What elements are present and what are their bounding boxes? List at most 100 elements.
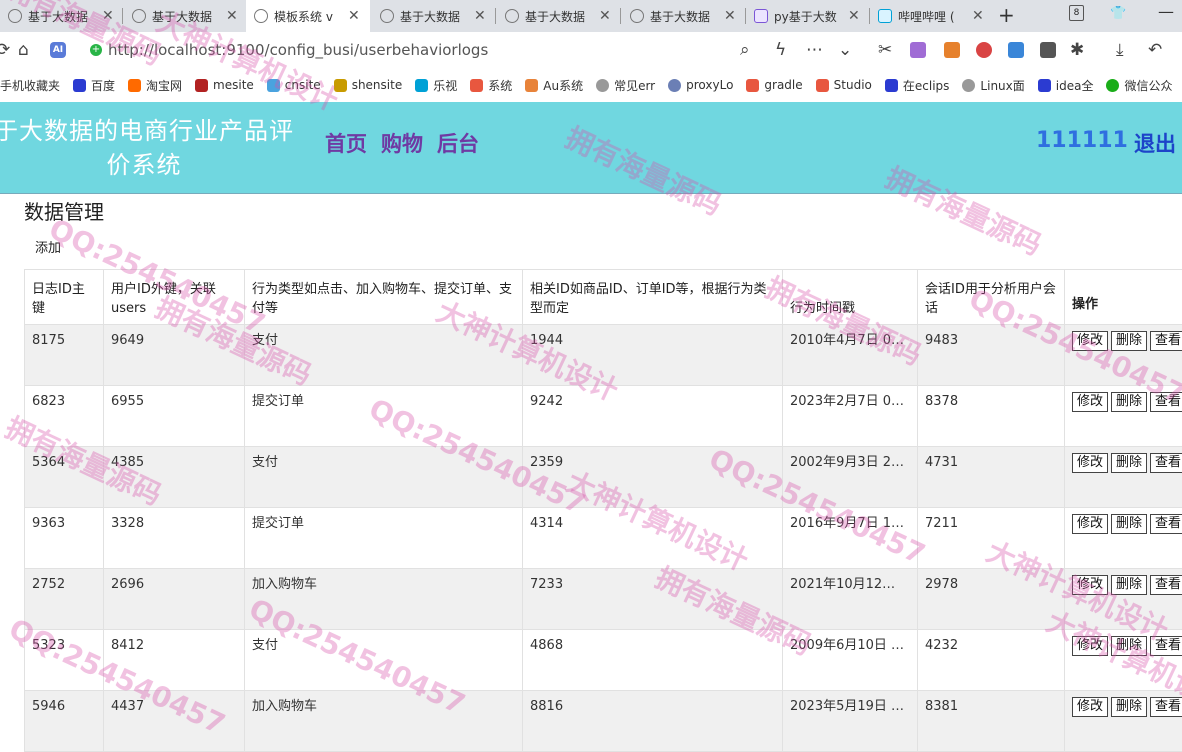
edit-button[interactable]: 修改 — [1072, 575, 1108, 595]
delete-button[interactable]: 删除 — [1111, 392, 1147, 412]
view-button[interactable]: 查看 — [1150, 636, 1182, 656]
refresh-icon[interactable]: ⟳ — [0, 40, 10, 60]
bookmark-item[interactable]: idea全 — [1038, 77, 1094, 94]
address-bar[interactable]: + http://localhost:9100/config_busi/user… — [90, 39, 488, 61]
delete-button[interactable]: 删除 — [1111, 697, 1147, 717]
table-cell: 8175 — [25, 325, 104, 386]
view-button[interactable]: 查看 — [1150, 392, 1182, 412]
bookmark-item[interactable]: 手机收藏夹 — [0, 77, 60, 94]
bookmark-item[interactable]: Linux面 — [962, 77, 1024, 94]
tab-divider — [620, 8, 621, 24]
globe-icon — [132, 9, 146, 23]
table-cell: 4314 — [523, 508, 783, 569]
translate-icon[interactable] — [910, 42, 926, 58]
edit-button[interactable]: 修改 — [1072, 453, 1108, 473]
globe-icon — [8, 9, 22, 23]
delete-button[interactable]: 删除 — [1111, 453, 1147, 473]
edit-button[interactable]: 修改 — [1072, 392, 1108, 412]
bookmark-item[interactable]: Au系统 — [525, 77, 583, 94]
tab-count-badge[interactable]: 8 — [1069, 5, 1084, 21]
scissors-icon[interactable]: ✂ — [878, 40, 892, 60]
search-icon[interactable]: ⌕ — [740, 40, 750, 60]
table-cell: 2002年9月3日 2… — [783, 447, 918, 508]
tab-title: 基于大数据 — [525, 8, 595, 25]
row-actions: 修改删除查看 — [1065, 630, 1182, 691]
bookmark-item[interactable]: 淘宝网 — [128, 77, 182, 94]
bookmark-item[interactable]: cnsite — [267, 78, 321, 92]
table-row: 59464437加入购物车88162023年5月19日 …8381修改删除查看 — [25, 691, 1182, 752]
lightning-icon[interactable]: ϟ — [775, 40, 786, 60]
username[interactable]: 111111 — [1036, 128, 1128, 153]
delete-button[interactable]: 删除 — [1111, 575, 1147, 595]
column-header: 会话ID用于分析用户会话 — [918, 270, 1065, 325]
minimize-icon[interactable]: — — [1158, 2, 1174, 21]
view-button[interactable]: 查看 — [1150, 575, 1182, 595]
bookmark-item[interactable]: 百度 — [73, 77, 115, 94]
delete-button[interactable]: 删除 — [1111, 636, 1147, 656]
table-row: 68236955提交订单92422023年2月7日 0…8378修改删除查看 — [25, 386, 1182, 447]
ai-icon[interactable]: AI — [50, 42, 66, 58]
close-icon[interactable]: ✕ — [474, 8, 486, 24]
edit-button[interactable]: 修改 — [1072, 331, 1108, 351]
bookmark-item[interactable]: shensite — [334, 78, 403, 92]
skin-icon[interactable]: 👕 — [1110, 6, 1126, 21]
more-icon[interactable]: ⋯ — [806, 40, 823, 60]
nav-shopping[interactable]: 购物 — [381, 128, 423, 158]
view-button[interactable]: 查看 — [1150, 697, 1182, 717]
bookmark-item[interactable]: mesite — [195, 78, 254, 92]
download-icon[interactable]: ⤓ — [1116, 40, 1124, 60]
chevron-down-icon[interactable]: ⌄ — [838, 40, 852, 60]
url-text[interactable]: http://localhost:9100/config_busi/userbe… — [108, 41, 488, 59]
tab-title: 基于大数据 — [152, 8, 222, 25]
logout-link[interactable]: 退出 — [1134, 128, 1176, 158]
table-cell: 4232 — [918, 630, 1065, 691]
browser-tab[interactable]: 基于大数据 ✕ — [0, 0, 122, 32]
close-icon[interactable]: ✕ — [102, 8, 114, 24]
puzzle-icon[interactable]: ✱ — [1070, 40, 1084, 60]
bookmark-item[interactable]: proxyLo — [668, 78, 733, 92]
row-actions: 修改删除查看 — [1065, 508, 1182, 569]
bookmark-item[interactable]: 常见err — [596, 77, 655, 94]
nav-home[interactable]: 首页 — [325, 128, 367, 158]
bookmark-item[interactable]: 乐视 — [415, 77, 457, 94]
close-icon[interactable]: ✕ — [226, 8, 238, 24]
browser-tab[interactable]: 基于大数据 ✕ — [372, 0, 494, 32]
weibo-icon[interactable] — [976, 42, 992, 58]
browser-tab[interactable]: 基于大数据 ✕ — [497, 0, 619, 32]
close-icon[interactable]: ✕ — [972, 8, 984, 24]
home-icon[interactable]: ⌂ — [18, 40, 29, 60]
bookmark-item[interactable]: 系统 — [470, 77, 512, 94]
bookmark-item[interactable]: gradle — [746, 78, 802, 92]
c-icon — [470, 79, 483, 92]
undo-icon[interactable]: ↶ — [1148, 40, 1162, 60]
close-icon[interactable]: ✕ — [599, 8, 611, 24]
table-cell: 加入购物车 — [245, 569, 523, 630]
view-button[interactable]: 查看 — [1150, 514, 1182, 534]
browser-tab[interactable]: 基于大数据 ✕ — [124, 0, 246, 32]
bookmark-item[interactable]: 在eclips — [885, 77, 950, 94]
bookmark-item[interactable]: 微信公众 — [1106, 77, 1172, 94]
fox-icon[interactable] — [944, 42, 960, 58]
browser-tab[interactable]: 基于大数据 ✕ — [622, 0, 744, 32]
delete-button[interactable]: 删除 — [1111, 331, 1147, 351]
view-button[interactable]: 查看 — [1150, 331, 1182, 351]
edit-button[interactable]: 修改 — [1072, 697, 1108, 717]
new-tab-icon[interactable]: + — [998, 3, 1015, 27]
close-icon[interactable]: ✕ — [724, 8, 736, 24]
screenshot-icon[interactable] — [1040, 42, 1056, 58]
browser-tab[interactable]: py基于大数 ✕ — [746, 0, 868, 32]
mail-icon[interactable] — [1008, 42, 1024, 58]
view-button[interactable]: 查看 — [1150, 453, 1182, 473]
add-link[interactable]: 添加 — [35, 237, 61, 256]
delete-button[interactable]: 删除 — [1111, 514, 1147, 534]
bookmark-item[interactable]: Studio — [816, 78, 872, 92]
close-icon[interactable]: ✕ — [348, 8, 360, 24]
table-row: 93633328提交订单43142016年9月7日 1…7211修改删除查看 — [25, 508, 1182, 569]
edit-button[interactable]: 修改 — [1072, 636, 1108, 656]
browser-tab-active[interactable]: 模板系统 v ✕ — [246, 0, 370, 32]
nav-admin[interactable]: 后台 — [437, 128, 479, 158]
browser-tab[interactable]: 哔哩哔哩 ( ✕ — [870, 0, 992, 32]
table-cell: 2752 — [25, 569, 104, 630]
edit-button[interactable]: 修改 — [1072, 514, 1108, 534]
close-icon[interactable]: ✕ — [848, 8, 860, 24]
